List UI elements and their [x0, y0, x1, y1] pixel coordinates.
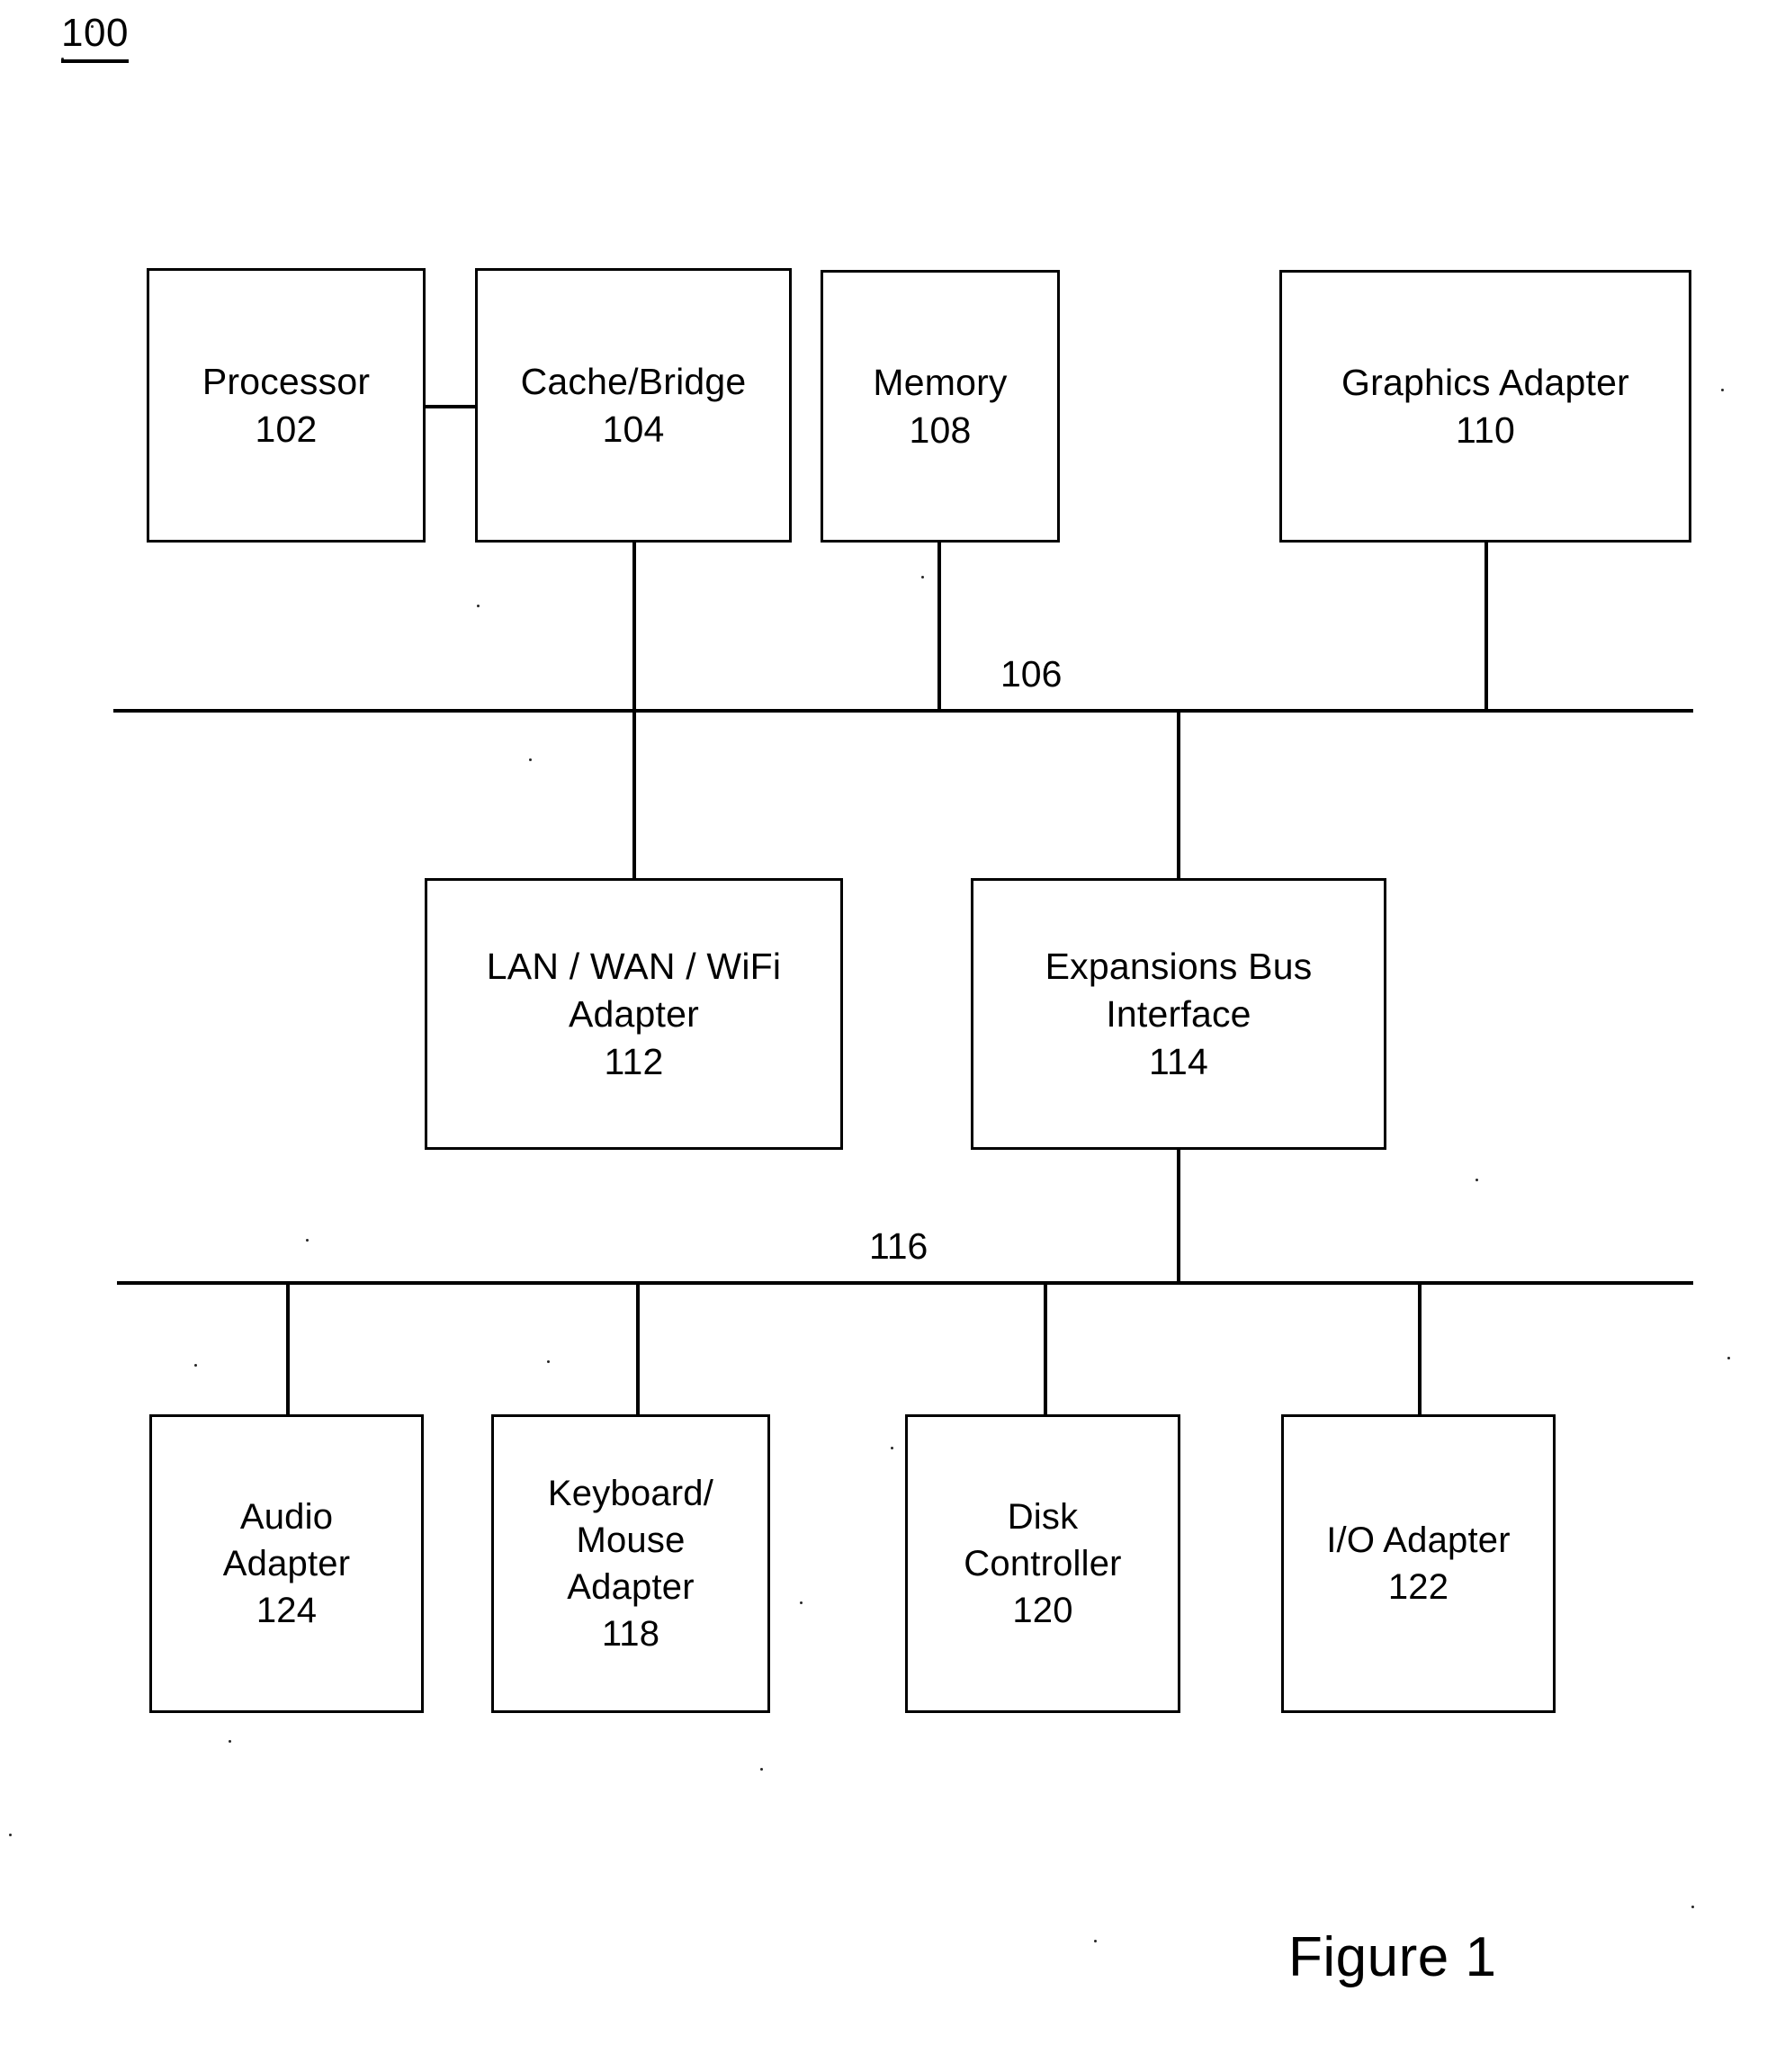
- node-keyboard-mouse-number: 118: [601, 1614, 660, 1654]
- node-memory-number: 108: [909, 408, 972, 451]
- edge-expansion-bus-to-keyboard-mouse-adapter: [636, 1283, 640, 1416]
- scan-speck: [529, 758, 532, 761]
- edge-expansion-bus-to-audio-adapter: [286, 1283, 290, 1416]
- node-audio-adapter: Audio Adapter 124: [149, 1414, 424, 1713]
- scan-speck: [61, 58, 64, 60]
- edge-expansions-bus-interface-to-expansion-bus: [1177, 1150, 1180, 1285]
- edge-expansion-bus-to-io-adapter: [1418, 1283, 1422, 1416]
- node-expansions-bus-interface: Expansions Bus Interface 114: [971, 878, 1386, 1150]
- node-keyboard-mouse-line2: Mouse: [576, 1520, 686, 1560]
- scan-speck: [1691, 1906, 1694, 1908]
- edge-cache-bridge-to-system-bus: [632, 540, 636, 711]
- edge-memory-to-system-bus: [937, 540, 941, 711]
- node-processor: Processor 102: [147, 268, 426, 543]
- node-audio-adapter-number: 124: [256, 1591, 318, 1630]
- node-lan-wan-wifi-number: 112: [604, 1040, 664, 1082]
- expansion-bus-116: [117, 1281, 1693, 1285]
- node-cache-bridge-number: 104: [602, 408, 665, 450]
- scan-speck: [1094, 1940, 1097, 1942]
- node-disk-controller-line1: Disk: [1007, 1497, 1079, 1537]
- scan-speck: [9, 1834, 12, 1836]
- edge-processor-to-cache-bridge: [424, 405, 478, 408]
- node-disk-controller-line2: Controller: [964, 1544, 1122, 1583]
- figure-reference-number: 100: [61, 9, 129, 63]
- edge-graphics-adapter-to-system-bus: [1484, 540, 1488, 711]
- edge-expansion-bus-to-disk-controller: [1044, 1283, 1047, 1416]
- node-lan-wan-wifi-line1: LAN / WAN / WiFi: [486, 945, 782, 987]
- scan-speck: [1475, 1179, 1478, 1181]
- node-lan-wan-wifi-adapter: LAN / WAN / WiFi Adapter 112: [425, 878, 843, 1150]
- node-graphics-adapter-label: Graphics Adapter: [1341, 361, 1629, 403]
- scan-speck: [1721, 389, 1724, 391]
- node-memory-label: Memory: [873, 361, 1008, 403]
- node-audio-adapter-line2: Adapter: [222, 1544, 351, 1583]
- node-expansions-bus-number: 114: [1149, 1040, 1208, 1082]
- node-memory: Memory 108: [821, 270, 1060, 543]
- node-io-adapter-label: I/O Adapter: [1326, 1520, 1511, 1560]
- node-io-adapter: I/O Adapter 122: [1281, 1414, 1556, 1713]
- node-keyboard-mouse-line3: Adapter: [567, 1567, 695, 1607]
- scan-speck: [477, 605, 480, 607]
- system-bus-106: [113, 709, 1693, 713]
- scan-speck: [306, 1239, 309, 1242]
- scan-speck: [1727, 1357, 1730, 1359]
- node-io-adapter-number: 122: [1387, 1567, 1449, 1607]
- node-graphics-adapter-number: 110: [1456, 408, 1515, 451]
- node-audio-adapter-line1: Audio: [239, 1497, 334, 1537]
- node-disk-controller-number: 120: [1012, 1591, 1073, 1630]
- patent-figure-page: 100 Processor 102 Cache/Bridge 104 Memor…: [0, 0, 1767, 2072]
- scan-speck: [891, 1447, 893, 1449]
- expansion-bus-116-label: 116: [864, 1225, 934, 1267]
- node-lan-wan-wifi-line2: Adapter: [568, 992, 699, 1035]
- node-keyboard-mouse-adapter: Keyboard/ Mouse Adapter 118: [491, 1414, 770, 1713]
- node-expansions-bus-line1: Expansions Bus: [1045, 945, 1313, 987]
- system-bus-106-label: 106: [995, 653, 1068, 695]
- scan-speck: [760, 1768, 763, 1771]
- node-processor-number: 102: [255, 408, 318, 450]
- figure-caption: Figure 1: [1288, 1926, 1497, 1988]
- node-disk-controller: Disk Controller 120: [905, 1414, 1180, 1713]
- node-cache-bridge: Cache/Bridge 104: [475, 268, 792, 543]
- scan-speck: [800, 1601, 803, 1604]
- node-cache-bridge-label: Cache/Bridge: [520, 360, 747, 402]
- node-keyboard-mouse-line1: Keyboard/: [547, 1474, 714, 1513]
- node-processor-label: Processor: [202, 360, 371, 402]
- scan-speck: [547, 1360, 550, 1363]
- node-graphics-adapter: Graphics Adapter 110: [1279, 270, 1691, 543]
- edge-system-bus-to-lan-adapter: [632, 711, 636, 880]
- edge-system-bus-to-expansions-bus-interface: [1177, 711, 1180, 880]
- scan-speck: [229, 1740, 231, 1743]
- scan-speck: [91, 25, 94, 28]
- scan-speck: [194, 1364, 197, 1367]
- node-expansions-bus-line2: Interface: [1106, 992, 1251, 1035]
- scan-speck: [921, 576, 924, 579]
